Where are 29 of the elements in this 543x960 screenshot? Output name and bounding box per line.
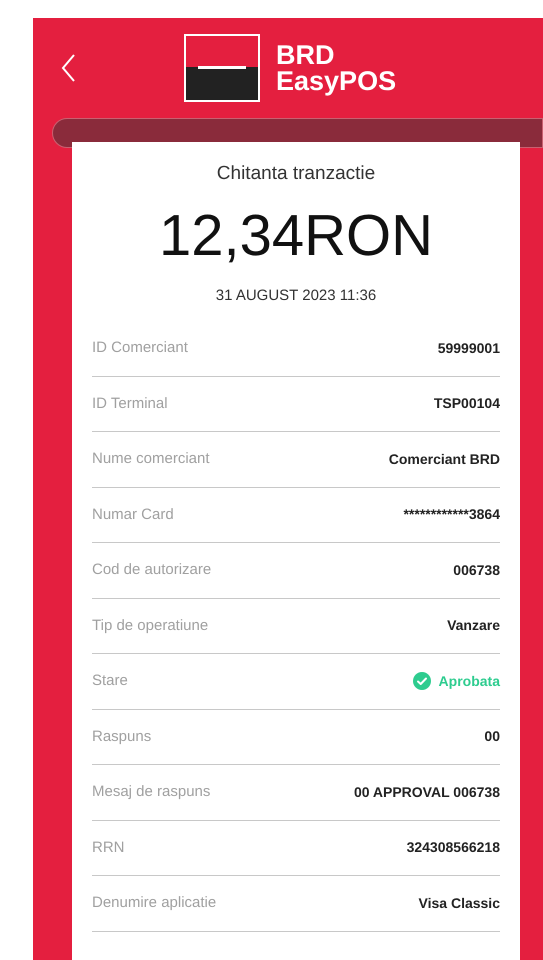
row-value: TSP00104 — [434, 394, 500, 414]
row-label: Raspuns — [92, 726, 152, 746]
back-chevron-icon — [60, 53, 76, 83]
row-label: Stare — [92, 671, 128, 691]
row-label: Nume comerciant — [92, 449, 210, 469]
row-value: Visa Classic — [418, 894, 500, 913]
row-value: 59999001 — [438, 338, 500, 358]
row-value: 00 APPROVAL 006738 — [354, 782, 500, 802]
status-value: Aprobata — [438, 672, 500, 691]
date-time: 31 AUGUST 2023 11:36 — [216, 286, 376, 306]
row-value: Comerciant BRD — [388, 450, 500, 469]
brd-logo-icon — [184, 34, 260, 102]
receipt-title: Chitanta tranzactie — [216, 162, 376, 186]
row-label: Tip de operatiune — [92, 616, 208, 636]
row-value: Vanzare — [447, 616, 500, 636]
row-label: Numar Card — [92, 504, 174, 524]
amount: 12,34RON — [158, 202, 434, 270]
row-label: ID Comerciant — [92, 338, 188, 358]
row-value: 324308566218 — [406, 838, 500, 858]
logo-text: BRD — [276, 42, 336, 68]
row-value: 006738 — [453, 560, 500, 580]
row-label: Denumire aplicatie — [92, 893, 216, 913]
row-value: 00 — [484, 727, 500, 746]
row-value: ************3864 — [403, 505, 500, 524]
row-label: Cod de autorizare — [92, 560, 212, 580]
logo-text: EasyPOS — [276, 68, 396, 94]
row-label: Mesaj de raspuns — [92, 782, 210, 802]
row-label: ID Terminal — [92, 394, 168, 414]
row-label: RRN — [92, 838, 124, 858]
